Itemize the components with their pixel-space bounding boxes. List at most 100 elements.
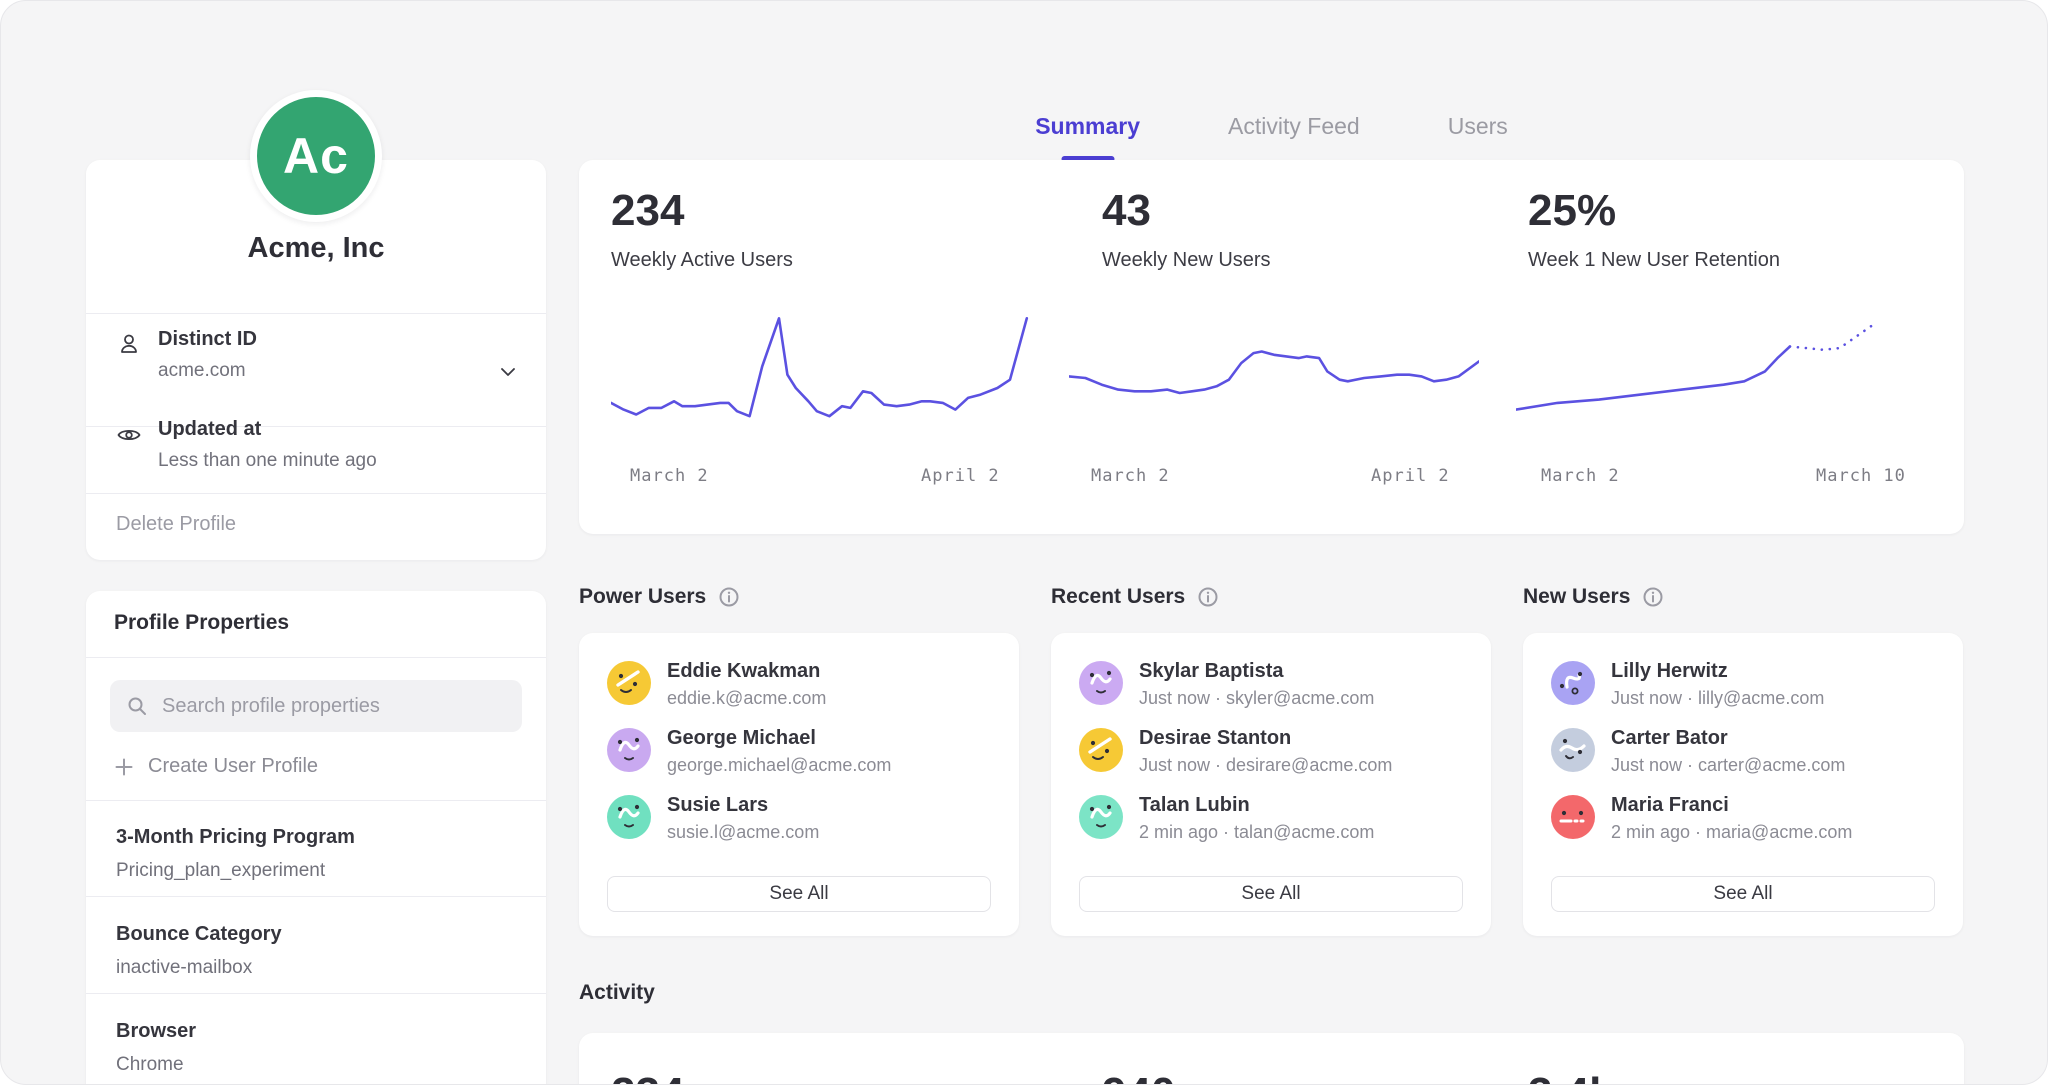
doodle-face-icon xyxy=(1551,795,1595,839)
recent-users-section: Recent Users Skylar Baptista Just now · … xyxy=(1051,584,1491,610)
doodle-face-icon xyxy=(1079,728,1123,772)
search-input[interactable] xyxy=(160,694,506,719)
user-name: Desirae Stanton xyxy=(1139,725,1392,751)
property-value: Chrome xyxy=(116,1053,546,1077)
user-name: Susie Lars xyxy=(667,792,819,818)
retention-sparkline xyxy=(1516,300,1931,466)
user-row[interactable]: Eddie Kwakman eddie.k@acme.com xyxy=(607,658,991,708)
property-name: Browser xyxy=(116,1018,546,1044)
doodle-face-icon xyxy=(607,728,651,772)
new-users-section: New Users Lilly Herwitz Just now · lilly… xyxy=(1523,584,1963,610)
activity-card: 234 940 3.4k xyxy=(579,1033,1964,1085)
doodle-face-icon xyxy=(607,661,651,705)
see-all-button[interactable]: See All xyxy=(1079,876,1463,912)
user-detail: Just now · lilly@acme.com xyxy=(1611,687,1824,709)
create-user-profile-label: Create User Profile xyxy=(148,755,318,778)
create-user-profile-button[interactable]: Create User Profile xyxy=(114,755,318,778)
profile-properties-list: 3-Month Pricing Program Pricing_plan_exp… xyxy=(86,800,546,1085)
user-row[interactable]: Skylar Baptista Just now · skyler@acme.c… xyxy=(1079,658,1463,708)
activity-stat-value: 3.4k xyxy=(1528,1069,1614,1085)
property-value: inactive-mailbox xyxy=(116,956,546,980)
tab-summary[interactable]: Summary xyxy=(1035,113,1140,162)
divider xyxy=(86,313,546,314)
person-icon xyxy=(116,331,142,357)
updated-at-label: Updated at xyxy=(158,418,261,441)
avatar xyxy=(1079,795,1123,839)
property-name: Bounce Category xyxy=(116,921,546,947)
user-row[interactable]: Carter Bator Just now · carter@acme.com xyxy=(1551,725,1935,775)
distinct-id-value: acme.com xyxy=(158,360,246,382)
property-row[interactable]: 3-Month Pricing Program Pricing_plan_exp… xyxy=(86,800,546,897)
delete-profile-button[interactable]: Delete Profile xyxy=(116,513,236,536)
avatar xyxy=(607,795,651,839)
x-tick: April 2 xyxy=(921,466,1000,486)
x-tick: March 2 xyxy=(1091,466,1170,486)
search-icon xyxy=(126,695,148,717)
profile-properties-search[interactable] xyxy=(110,680,522,732)
doodle-face-icon xyxy=(1551,728,1595,772)
weekly-active-users-label: Weekly Active Users xyxy=(611,248,793,272)
user-name: Eddie Kwakman xyxy=(667,658,826,684)
user-name: Lilly Herwitz xyxy=(1611,658,1824,684)
avatar xyxy=(1551,795,1595,839)
tab-summary-label: Summary xyxy=(1035,113,1140,139)
recent-users-card: Skylar Baptista Just now · skyler@acme.c… xyxy=(1051,633,1491,936)
user-detail: susie.l@acme.com xyxy=(667,821,819,843)
divider xyxy=(86,657,546,658)
user-row[interactable]: Talan Lubin 2 min ago · talan@acme.com xyxy=(1079,792,1463,842)
chevron-down-icon[interactable] xyxy=(496,360,520,384)
company-name: Acme, Inc xyxy=(86,232,546,265)
user-name: George Michael xyxy=(667,725,891,751)
user-row[interactable]: Lilly Herwitz Just now · lilly@acme.com xyxy=(1551,658,1935,708)
profile-properties-title: Profile Properties xyxy=(114,611,289,635)
power-users-header: Power Users xyxy=(579,584,1019,610)
doodle-face-icon xyxy=(1079,795,1123,839)
company-avatar-initials: Ac xyxy=(283,127,349,185)
tab-activity-feed[interactable]: Activity Feed xyxy=(1228,113,1360,162)
recent-users-header: Recent Users xyxy=(1051,584,1491,610)
profile-tabs: Summary Activity Feed Users xyxy=(579,113,1964,162)
activity-stat-value: 940 xyxy=(1102,1069,1175,1085)
avatar xyxy=(1079,661,1123,705)
x-tick: April 2 xyxy=(1371,466,1450,486)
tab-users[interactable]: Users xyxy=(1448,113,1508,162)
avatar xyxy=(1551,661,1595,705)
activity-title: Activity xyxy=(579,981,655,1005)
user-row[interactable]: George Michael george.michael@acme.com xyxy=(607,725,991,775)
property-value: Pricing_plan_experiment xyxy=(116,859,546,883)
avatar xyxy=(1079,728,1123,772)
user-detail: Just now · desirare@acme.com xyxy=(1139,754,1392,776)
info-icon[interactable] xyxy=(718,586,740,608)
see-all-button[interactable]: See All xyxy=(1551,876,1935,912)
doodle-face-icon xyxy=(1079,661,1123,705)
property-row[interactable]: Browser Chrome xyxy=(86,994,546,1085)
avatar xyxy=(607,661,651,705)
tab-users-label: Users xyxy=(1448,113,1508,139)
weekly-new-users-sparkline xyxy=(1069,300,1479,466)
weekly-new-users-value: 43 xyxy=(1102,186,1151,236)
user-row[interactable]: Susie Lars susie.l@acme.com xyxy=(607,792,991,842)
x-tick: March 2 xyxy=(1541,466,1620,486)
info-icon[interactable] xyxy=(1642,586,1664,608)
avatar xyxy=(607,728,651,772)
doodle-face-icon xyxy=(607,795,651,839)
avatar xyxy=(1551,728,1595,772)
new-users-header: New Users xyxy=(1523,584,1963,610)
power-users-section: Power Users Eddie Kwakman eddie.k@acme.c… xyxy=(579,584,1019,610)
weekly-active-users-value: 234 xyxy=(611,186,684,236)
profile-properties-card: Profile Properties Create User Profile 3… xyxy=(86,591,546,1085)
info-icon[interactable] xyxy=(1197,586,1219,608)
user-row[interactable]: Maria Franci 2 min ago · maria@acme.com xyxy=(1551,792,1935,842)
activity-stat-value: 234 xyxy=(611,1069,684,1085)
eye-icon xyxy=(116,422,142,448)
retention-value: 25% xyxy=(1528,186,1616,236)
property-row[interactable]: Bounce Category inactive-mailbox xyxy=(86,897,546,994)
see-all-button[interactable]: See All xyxy=(607,876,991,912)
distinct-id-label: Distinct ID xyxy=(158,328,257,351)
new-users-title: New Users xyxy=(1523,585,1630,609)
updated-at-value: Less than one minute ago xyxy=(158,450,377,472)
user-detail: 2 min ago · maria@acme.com xyxy=(1611,821,1852,843)
power-users-title: Power Users xyxy=(579,585,706,609)
user-name: Talan Lubin xyxy=(1139,792,1374,818)
user-row[interactable]: Desirae Stanton Just now · desirare@acme… xyxy=(1079,725,1463,775)
